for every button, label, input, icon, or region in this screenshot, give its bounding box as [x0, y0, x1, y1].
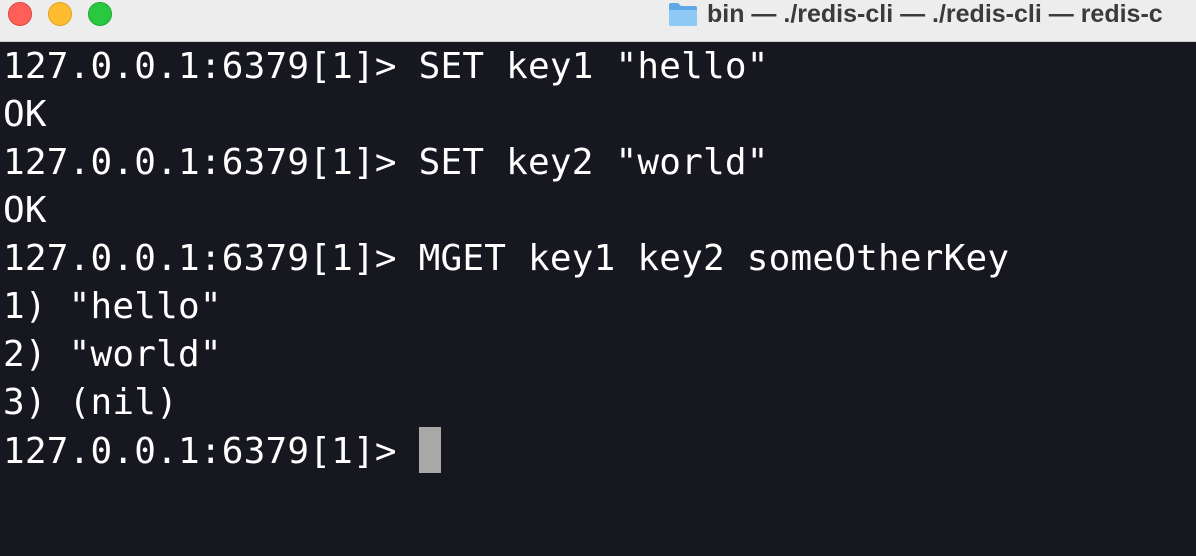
prompt: 127.0.0.1:6379[1]>: [3, 431, 419, 472]
folder-icon: [669, 3, 697, 26]
terminal-line-command: 127.0.0.1:6379[1]> SET key1 "hello": [3, 43, 769, 91]
window-title: bin — ./redis-cli — ./redis-cli — redis-…: [707, 0, 1163, 28]
text-cursor: [418, 427, 441, 473]
title-bar[interactable]: bin — ./redis-cli — ./redis-cli — redis-…: [0, 0, 1196, 42]
command-text: SET key2 "world": [418, 142, 769, 183]
prompt: 127.0.0.1:6379[1]>: [3, 46, 419, 87]
terminal-line-output: OK: [3, 190, 47, 231]
terminal-line-command: 127.0.0.1:6379[1]> SET key2 "world": [3, 139, 769, 187]
terminal-line-command: 127.0.0.1:6379[1]> MGET key1 key2 someOt…: [3, 235, 1009, 283]
prompt: 127.0.0.1:6379[1]>: [3, 238, 419, 279]
terminal-output-area[interactable]: 127.0.0.1:6379[1]> SET key1 "hello" OK 1…: [0, 43, 1196, 556]
command-text: SET key1 "hello": [418, 46, 769, 87]
terminal-input-line[interactable]: 127.0.0.1:6379[1]>: [3, 427, 441, 475]
terminal-line-output: 2) "world": [3, 334, 222, 375]
command-text: MGET key1 key2 someOtherKey: [418, 238, 1010, 279]
terminal-line-output: OK: [3, 94, 47, 135]
terminal-line-output: 3) (nil): [3, 382, 178, 423]
close-window-button[interactable]: [8, 2, 32, 26]
terminal-window: bin — ./redis-cli — ./redis-cli — redis-…: [0, 0, 1196, 556]
prompt: 127.0.0.1:6379[1]>: [3, 142, 419, 183]
terminal-line-output: 1) "hello": [3, 286, 222, 327]
zoom-window-button[interactable]: [88, 2, 112, 26]
window-title-group: bin — ./redis-cli — ./redis-cli — redis-…: [668, 0, 1163, 28]
minimize-window-button[interactable]: [48, 2, 72, 26]
